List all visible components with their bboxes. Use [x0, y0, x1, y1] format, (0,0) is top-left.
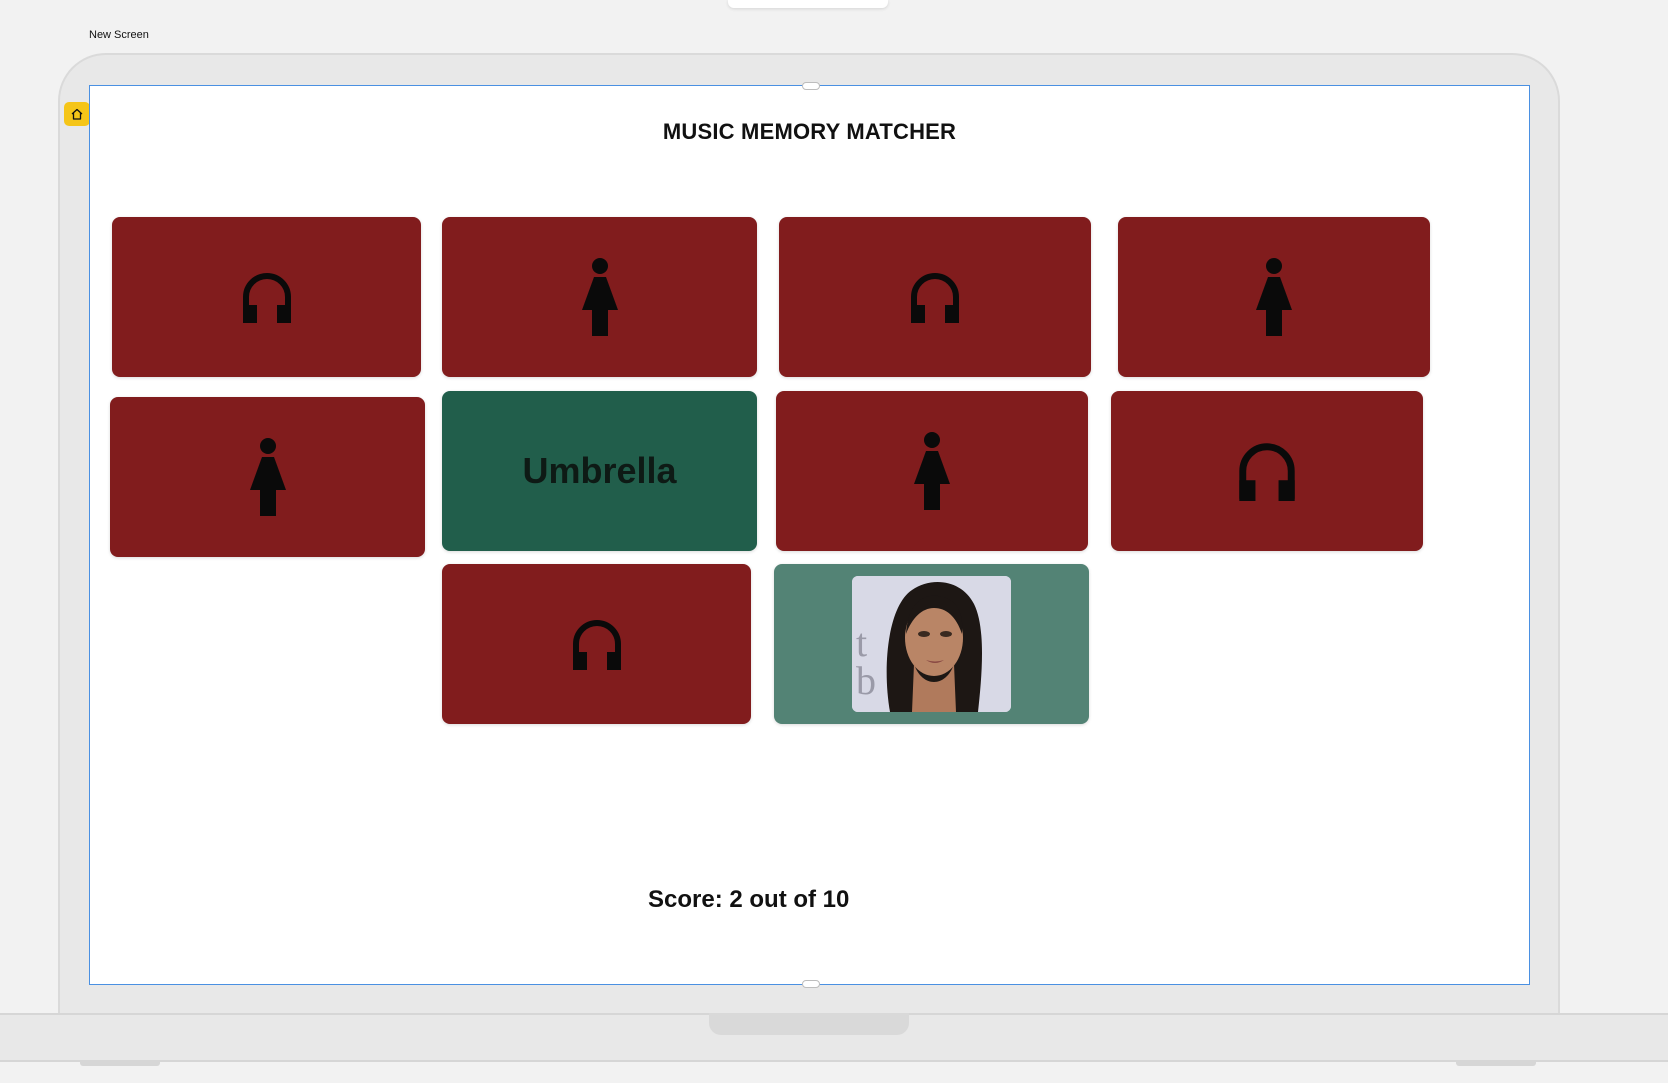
svg-text:b: b	[856, 658, 876, 703]
memory-card[interactable]	[110, 397, 425, 557]
person-icon	[581, 258, 618, 336]
headphones-icon	[1239, 443, 1295, 501]
laptop-foot-right	[1456, 1062, 1536, 1066]
laptop-notch	[709, 1013, 909, 1035]
card-song-title: Umbrella	[522, 450, 677, 491]
top-panel-tab	[728, 0, 888, 8]
artist-photo: t b	[852, 576, 1011, 712]
resize-handle-top[interactable]	[802, 82, 820, 90]
resize-handle-bottom[interactable]	[802, 980, 820, 988]
headphones-icon	[911, 273, 959, 323]
memory-card-revealed[interactable]: t b	[774, 564, 1089, 724]
memory-card[interactable]	[442, 217, 757, 377]
person-icon	[914, 432, 950, 510]
headphones-icon	[572, 620, 621, 670]
memory-card[interactable]	[1111, 391, 1423, 551]
memory-card[interactable]	[442, 564, 751, 724]
home-icon	[71, 108, 83, 120]
person-icon	[249, 438, 286, 516]
memory-card[interactable]	[1118, 217, 1430, 377]
person-icon	[1256, 258, 1292, 336]
memory-card-revealed[interactable]: Umbrella	[442, 391, 757, 551]
app-screen: MUSIC MEMORY MATCHER Umbrella t b Score:…	[89, 82, 1530, 988]
score-display: Score: 2 out of 10	[648, 886, 850, 913]
artist-portrait-image: t b	[852, 576, 1011, 712]
laptop-foot-left	[80, 1062, 160, 1066]
page-title: MUSIC MEMORY MATCHER	[662, 119, 957, 144]
home-screen-badge[interactable]	[64, 102, 90, 126]
memory-card[interactable]	[779, 217, 1091, 377]
memory-card[interactable]	[112, 217, 421, 377]
headphones-icon	[242, 273, 291, 323]
memory-card[interactable]	[776, 391, 1088, 551]
screen-name-label[interactable]: New Screen	[89, 29, 149, 41]
